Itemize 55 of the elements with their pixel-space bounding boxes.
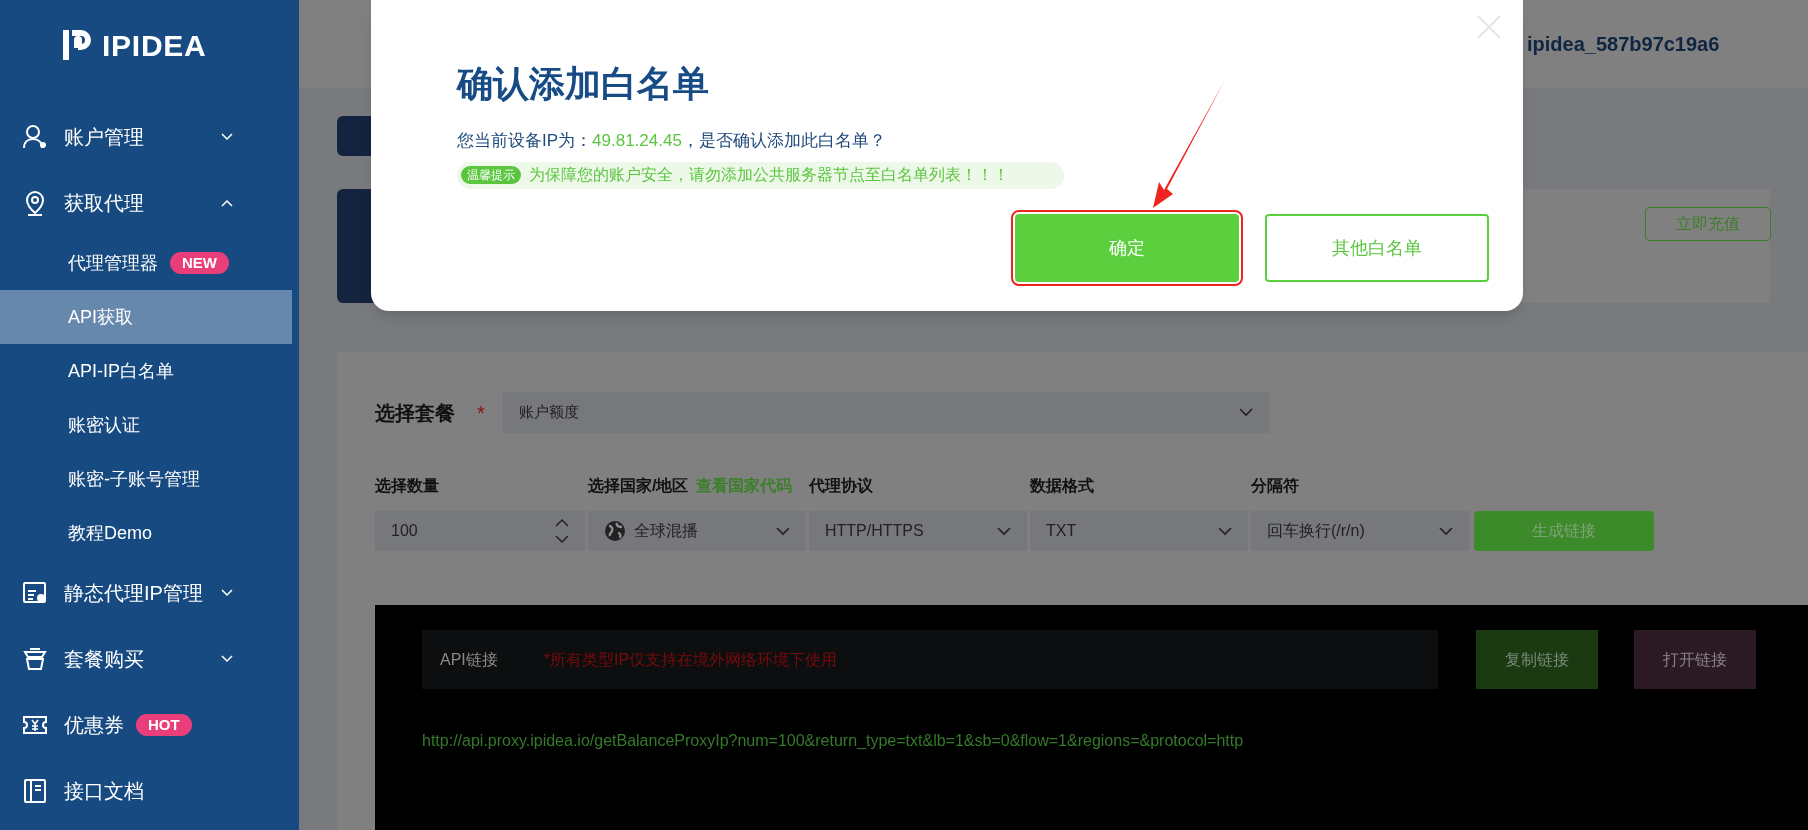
menu-item[interactable]: 获取代理 [64,188,144,218]
field-label: 选择数量 [375,476,439,496]
submenu-item[interactable]: 代理管理器 [68,249,158,277]
submenu-item[interactable]: 账密认证 [0,398,292,452]
api-url[interactable]: http://api.proxy.ipidea.io/getBalanceProxyIp?num=100&return_type=txt&lb=1&sb=0&flow=1&regions=&protocol=http [422,729,1808,753]
package-select[interactable]: 账户额度 [502,392,1269,433]
chevron-up-icon[interactable] [221,199,233,207]
field-label: 选择套餐 [375,400,455,426]
menu-item[interactable]: 优惠券 [64,710,124,740]
field-label: 分隔符 [1251,476,1299,496]
logo-text: IPIDEA [102,27,207,64]
chevron-down-icon [997,526,1011,536]
username: ipidea_587b97c19a6 [1527,32,1720,57]
badge: NEW [170,252,229,274]
chevron-down-icon[interactable] [221,589,233,597]
menu-item[interactable]: 接口文档 [64,776,144,806]
chevron-down-icon [776,526,790,536]
logo-icon [60,28,94,62]
open-link-button[interactable]: 打开链接 [1634,630,1756,689]
select-field[interactable]: TXT [1030,511,1248,551]
chevron-down-icon[interactable] [221,655,233,663]
badge: HOT [136,714,192,736]
submenu-item[interactable]: API-IP白名单 [0,344,292,398]
globe-icon [604,520,626,542]
field-label: 选择国家/地区 [588,476,689,496]
chevron-down-icon [1238,408,1253,417]
stepper-icon[interactable] [555,518,569,544]
submenu-item[interactable]: API获取 [0,290,292,344]
required-mark: * [477,400,485,426]
tip-text: 为保障您的账户安全，请勿添加公共服务器节点至白名单列表！！！ [529,165,1009,185]
document-icon [22,778,48,804]
copy-link-button[interactable]: 复制链接 [1476,630,1598,689]
tip-badge: 温馨提示 [461,166,521,184]
chevron-down-icon[interactable] [221,133,233,141]
warning-text: *所有类型IP仅支持在境外网络环境下使用 [543,649,838,670]
api-link-field[interactable]: API链接 *所有类型IP仅支持在境外网络环境下使用 [422,630,1438,689]
menu-item[interactable]: 静态代理IP管理 [64,578,203,608]
user-icon [22,124,48,150]
select-field[interactable]: 回车换行(/r/n) [1251,511,1469,551]
ip-card-icon [22,580,48,606]
select-field[interactable]: 全球混播 [588,511,806,551]
select-field[interactable]: HTTP/HTTPS [809,511,1027,551]
submenu-item[interactable]: 教程Demo [0,506,292,560]
chevron-down-icon [1439,526,1453,536]
dialog-message: 您当前设备IP为：49.81.24.45，是否确认添加此白名单？ [457,130,887,152]
field-label: 代理协议 [809,476,873,496]
number-field[interactable]: 100 [375,511,585,551]
field-label: 数据格式 [1030,476,1094,496]
submenu-item[interactable]: 账密-子账号管理 [0,452,292,506]
dialog-title: 确认添加白名单 [457,62,710,106]
basket-icon [22,646,48,672]
other-whitelist-button[interactable]: 其他白名单 [1265,214,1489,282]
menu-item[interactable]: 账户管理 [64,122,144,152]
chevron-down-icon [1218,526,1232,536]
menu-item[interactable]: 套餐购买 [64,644,144,674]
